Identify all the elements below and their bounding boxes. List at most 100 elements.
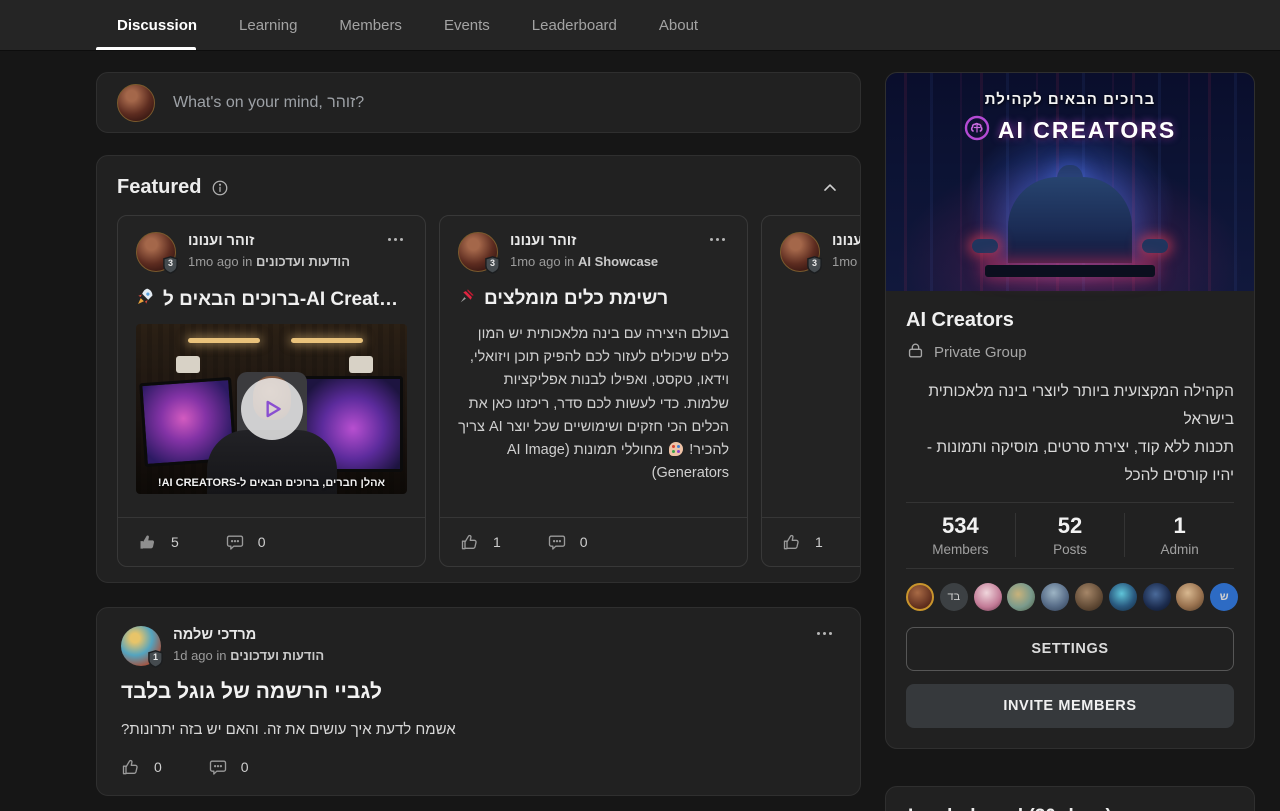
- rocket-emoji-icon: [136, 287, 155, 312]
- author-name[interactable]: זוהר וענונו: [510, 233, 658, 249]
- member-avatar-initials[interactable]: בד: [940, 583, 968, 611]
- member-avatar-initials[interactable]: ש: [1210, 583, 1238, 611]
- level-badge: 1: [147, 650, 164, 668]
- comment-count: 0: [258, 534, 266, 550]
- like-button[interactable]: 5: [138, 532, 179, 552]
- thumbs-up-icon: [121, 757, 141, 777]
- video-thumbnail[interactable]: אהלן חברים, ברוכים הבאים ל-AI CREATORS!: [136, 324, 407, 494]
- level-badge: 3: [484, 256, 501, 274]
- post-composer[interactable]: What's on your mind, זוהר?: [96, 72, 861, 133]
- invite-members-button[interactable]: INVITE MEMBERS: [906, 684, 1234, 728]
- post-category[interactable]: הודעות ועדכונים: [230, 648, 324, 663]
- group-sidebar: ברוכים הבאים לקהילת AI CREATORS AI Creat…: [885, 72, 1255, 811]
- author-name[interactable]: זוהר וענונו: [188, 233, 350, 249]
- stat-posts[interactable]: 52 Posts: [1015, 513, 1125, 557]
- leaderboard-title: Leaderboard (30-days): [908, 806, 1232, 811]
- level-badge: 3: [162, 256, 179, 274]
- palette-emoji-icon: [669, 442, 683, 456]
- post-menu-icon[interactable]: [813, 628, 836, 639]
- tab-leaderboard[interactable]: Leaderboard: [511, 0, 638, 50]
- tab-events[interactable]: Events: [423, 0, 511, 50]
- post-body: אשמח לדעת איך עושים את זה. והאם יש בזה י…: [121, 721, 836, 738]
- member-avatar[interactable]: [1007, 583, 1035, 611]
- like-button[interactable]: 0: [121, 757, 162, 777]
- settings-button[interactable]: SETTINGS: [906, 627, 1234, 671]
- current-user-avatar[interactable]: [117, 84, 155, 122]
- brain-logo-icon: [964, 115, 990, 146]
- like-count: 5: [171, 534, 179, 550]
- post-title: רשימת כלים מומלצים: [484, 288, 668, 310]
- collapse-featured-chevron-up-icon[interactable]: [820, 178, 840, 198]
- comment-button[interactable]: 0: [208, 757, 249, 777]
- post-google-signup[interactable]: 1 מרדכי שלמה 1d ago in הודעות ועדכונים ל…: [96, 607, 861, 796]
- comment-button[interactable]: 0: [547, 532, 588, 552]
- thumbs-up-icon: [460, 532, 480, 552]
- tab-about[interactable]: About: [638, 0, 719, 50]
- member-avatar[interactable]: [1109, 583, 1137, 611]
- leaderboard-card: Leaderboard (30-days): [885, 786, 1255, 811]
- info-icon[interactable]: [211, 179, 229, 197]
- post-title: לגביי הרשמה של גוגל בלבד: [121, 680, 836, 704]
- post-body: בעולם היצירה עם בינה מלאכותית יש המון כל…: [458, 323, 729, 485]
- post-timestamp: 1d ago in: [173, 648, 227, 663]
- post-title: ברוכים הבאים ל-AI Creators: [163, 289, 407, 311]
- pushpin-emoji-icon: [458, 287, 476, 311]
- comment-count: 0: [580, 534, 588, 550]
- feed-column: What's on your mind, זוהר? Featured: [96, 51, 861, 811]
- community-page: Discussion Learning Members Events Leade…: [0, 0, 1280, 811]
- tab-learning[interactable]: Learning: [218, 0, 318, 50]
- featured-cards-row: 3 זוהר וענונו 1mo ago in הודעות ועדכונים: [117, 215, 840, 567]
- thumbs-up-icon: [138, 532, 158, 552]
- post-timestamp: 1mo: [832, 254, 857, 269]
- play-button-icon[interactable]: [241, 378, 303, 440]
- like-count: 0: [154, 759, 162, 775]
- featured-post-community-guide[interactable]: 3 זוהר וענונו 1mo: [761, 215, 861, 567]
- comment-count: 0: [241, 759, 249, 775]
- featured-post-welcome[interactable]: 3 זוהר וענונו 1mo ago in הודעות ועדכונים: [117, 215, 426, 567]
- member-avatar[interactable]: [1143, 583, 1171, 611]
- group-description: הקהילה המקצועית ביותר ליוצרי בינה מלאכות…: [906, 378, 1234, 490]
- level-badge: 3: [806, 256, 823, 274]
- post-timestamp: 1mo ago in: [188, 254, 252, 269]
- top-tab-bar: Discussion Learning Members Events Leade…: [0, 0, 1280, 51]
- composer-placeholder: What's on your mind, זוהר?: [173, 94, 364, 112]
- group-name: AI Creators: [906, 309, 1234, 332]
- comment-button[interactable]: 0: [225, 532, 266, 552]
- post-category[interactable]: הודעות ועדכונים: [256, 254, 350, 269]
- post-menu-icon[interactable]: [384, 234, 407, 245]
- tab-members[interactable]: Members: [318, 0, 423, 50]
- post-category[interactable]: AI Showcase: [578, 254, 658, 269]
- member-avatar[interactable]: [1041, 583, 1069, 611]
- group-banner-image[interactable]: ברוכים הבאים לקהילת AI CREATORS: [886, 73, 1254, 291]
- banner-welcome-text: ברוכים הבאים לקהילת: [886, 91, 1254, 108]
- member-avatar[interactable]: [1176, 583, 1204, 611]
- member-avatars-row: בד ש: [906, 583, 1234, 611]
- comment-icon: [547, 532, 567, 552]
- comment-icon: [208, 757, 228, 777]
- post-menu-icon[interactable]: [706, 234, 729, 245]
- member-avatar[interactable]: [906, 583, 934, 611]
- post-timestamp: 1mo ago in: [510, 254, 574, 269]
- member-avatar[interactable]: [974, 583, 1002, 611]
- group-stats: 534 Members 52 Posts 1 Admin: [906, 502, 1234, 569]
- group-info-card: ברוכים הבאים לקהילת AI CREATORS AI Creat…: [885, 72, 1255, 749]
- comment-icon: [225, 532, 245, 552]
- lock-icon: [906, 341, 925, 364]
- author-name[interactable]: זוהר וענונו: [832, 233, 861, 249]
- like-button[interactable]: 1: [782, 532, 823, 552]
- featured-title: Featured: [117, 176, 201, 199]
- group-privacy-label: Private Group: [934, 344, 1027, 361]
- member-avatar[interactable]: [1075, 583, 1103, 611]
- like-button[interactable]: 1: [460, 532, 501, 552]
- stat-members[interactable]: 534 Members: [906, 513, 1015, 557]
- banner-brand-text: AI CREATORS: [998, 117, 1176, 144]
- featured-post-tools[interactable]: 3 זוהר וענונו 1mo ago in AI Showcase: [439, 215, 748, 567]
- author-name[interactable]: מרדכי שלמה: [173, 627, 324, 643]
- stat-admins[interactable]: 1 Admin: [1124, 513, 1234, 557]
- featured-section: Featured: [96, 155, 861, 583]
- video-caption: אהלן חברים, ברוכים הבאים ל-AI CREATORS!: [136, 477, 407, 489]
- like-count: 1: [815, 534, 823, 550]
- like-count: 1: [493, 534, 501, 550]
- tab-discussion[interactable]: Discussion: [96, 0, 218, 50]
- thumbs-up-icon: [782, 532, 802, 552]
